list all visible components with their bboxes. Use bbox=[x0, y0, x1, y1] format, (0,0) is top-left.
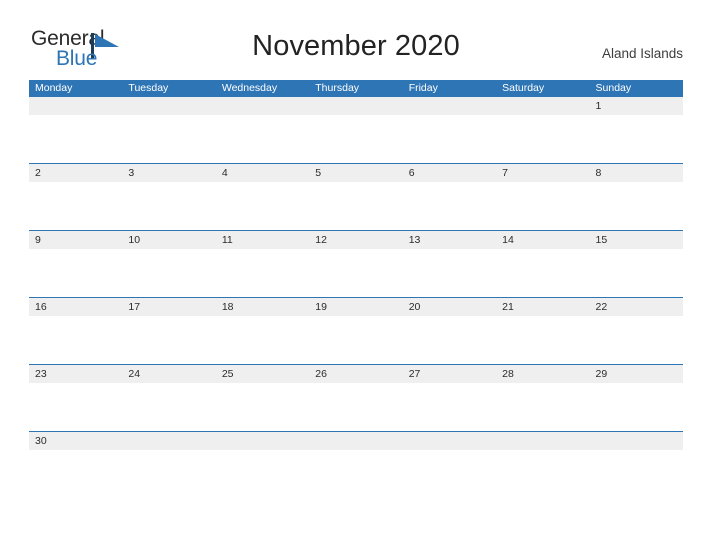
day-cell[interactable]: 10 bbox=[122, 231, 215, 249]
day-cell[interactable]: 26 bbox=[309, 365, 402, 383]
week-note-area[interactable] bbox=[29, 383, 683, 431]
week-row: 30 bbox=[29, 431, 683, 498]
day-cell[interactable]: 6 bbox=[403, 164, 496, 182]
week-note-area[interactable] bbox=[29, 249, 683, 297]
week-row: 1 bbox=[29, 97, 683, 163]
day-cell[interactable]: 13 bbox=[403, 231, 496, 249]
week-note-area[interactable] bbox=[29, 316, 683, 364]
day-cell[interactable]: 3 bbox=[122, 164, 215, 182]
weekday-header-thursday: Thursday bbox=[315, 82, 360, 94]
weekday-header-sunday: Sunday bbox=[595, 82, 632, 94]
day-cell[interactable]: 16 bbox=[29, 298, 122, 316]
day-cell[interactable]: 28 bbox=[496, 365, 589, 383]
day-cell[interactable]: 25 bbox=[216, 365, 309, 383]
day-cell[interactable]: 23 bbox=[29, 365, 122, 383]
weekday-header-saturday: Saturday bbox=[502, 82, 545, 94]
week-row: 9 10 11 12 13 14 15 bbox=[29, 230, 683, 297]
week-date-strip: 30 bbox=[29, 432, 683, 450]
calendar-page: General Blue November 2020 Aland Islands… bbox=[0, 0, 712, 550]
calendar-grid: Monday Tuesday Wednesday Thursday Friday… bbox=[29, 80, 683, 498]
week-note-area[interactable] bbox=[29, 182, 683, 230]
day-cell[interactable]: 12 bbox=[309, 231, 402, 249]
week-row: 2 3 4 5 6 7 8 bbox=[29, 163, 683, 230]
day-cell[interactable] bbox=[496, 432, 589, 450]
day-cell[interactable]: 11 bbox=[216, 231, 309, 249]
week-row: 23 24 25 26 27 28 29 bbox=[29, 364, 683, 431]
weekday-header-monday: Monday bbox=[35, 82, 73, 94]
day-cell[interactable]: 14 bbox=[496, 231, 589, 249]
weekday-header-friday: Friday bbox=[408, 82, 438, 94]
day-cell[interactable]: 15 bbox=[590, 231, 683, 249]
day-cell[interactable]: 27 bbox=[403, 365, 496, 383]
day-cell[interactable]: 9 bbox=[29, 231, 122, 249]
day-cell[interactable]: 30 bbox=[29, 432, 122, 450]
day-cell[interactable]: 21 bbox=[496, 298, 589, 316]
week-date-strip: 1 bbox=[29, 97, 683, 115]
day-cell[interactable] bbox=[403, 432, 496, 450]
week-date-strip: 23 24 25 26 27 28 29 bbox=[29, 365, 683, 383]
week-date-strip: 2 3 4 5 6 7 8 bbox=[29, 164, 683, 182]
day-cell[interactable] bbox=[403, 97, 496, 115]
day-cell[interactable]: 8 bbox=[590, 164, 683, 182]
page-header: General Blue November 2020 Aland Islands bbox=[0, 0, 712, 80]
day-cell[interactable] bbox=[29, 97, 122, 115]
day-cell[interactable]: 1 bbox=[590, 97, 683, 115]
day-cell[interactable]: 7 bbox=[496, 164, 589, 182]
weekday-header-row: Monday Tuesday Wednesday Thursday Friday… bbox=[29, 80, 683, 97]
day-cell[interactable]: 5 bbox=[309, 164, 402, 182]
day-cell[interactable]: 24 bbox=[122, 365, 215, 383]
week-note-area[interactable] bbox=[29, 450, 683, 498]
week-note-area[interactable] bbox=[29, 115, 683, 163]
day-cell[interactable] bbox=[122, 97, 215, 115]
day-cell[interactable] bbox=[309, 97, 402, 115]
day-cell[interactable]: 18 bbox=[216, 298, 309, 316]
weekday-header-wednesday: Wednesday bbox=[221, 82, 278, 94]
day-cell[interactable] bbox=[590, 432, 683, 450]
week-date-strip: 16 17 18 19 20 21 22 bbox=[29, 298, 683, 316]
day-cell[interactable]: 22 bbox=[590, 298, 683, 316]
week-row: 16 17 18 19 20 21 22 bbox=[29, 297, 683, 364]
day-cell[interactable] bbox=[216, 432, 309, 450]
day-cell[interactable]: 4 bbox=[216, 164, 309, 182]
day-cell[interactable]: 29 bbox=[590, 365, 683, 383]
day-cell[interactable] bbox=[496, 97, 589, 115]
region-label: Aland Islands bbox=[601, 46, 683, 61]
day-cell[interactable] bbox=[216, 97, 309, 115]
day-cell[interactable]: 19 bbox=[309, 298, 402, 316]
day-cell[interactable]: 20 bbox=[403, 298, 496, 316]
day-cell[interactable] bbox=[309, 432, 402, 450]
week-date-strip: 9 10 11 12 13 14 15 bbox=[29, 231, 683, 249]
day-cell[interactable] bbox=[122, 432, 215, 450]
day-cell[interactable]: 17 bbox=[122, 298, 215, 316]
weekday-header-tuesday: Tuesday bbox=[128, 82, 169, 94]
day-cell[interactable]: 2 bbox=[29, 164, 122, 182]
